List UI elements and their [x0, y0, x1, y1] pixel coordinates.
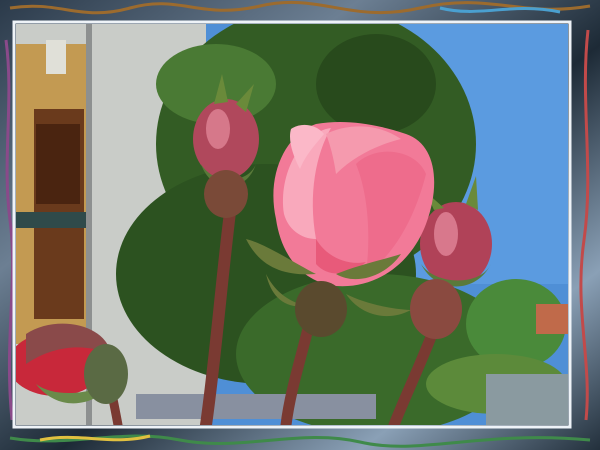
framed-photo: [0, 0, 600, 450]
rose-photo: [16, 24, 568, 425]
rose-hip: [295, 281, 347, 337]
fence: [136, 394, 376, 419]
